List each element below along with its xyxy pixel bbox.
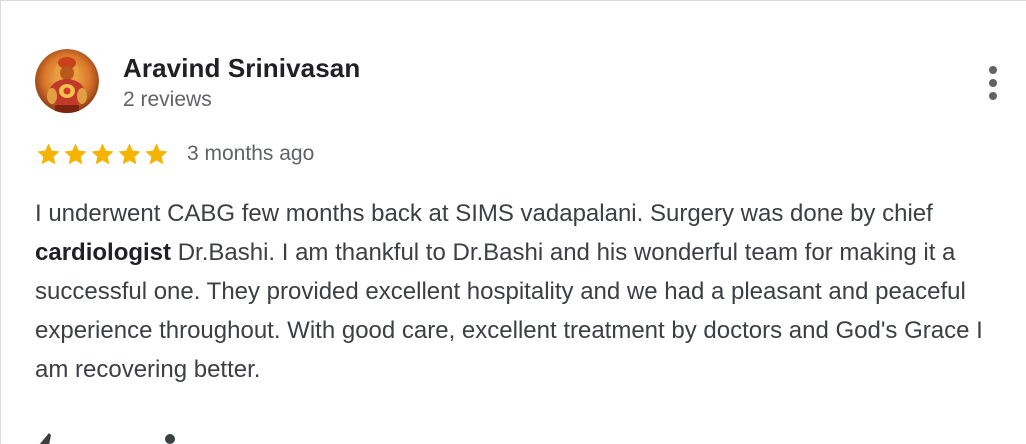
- star-icon: [91, 142, 114, 164]
- review-card: Aravind Srinivasan 2 reviews 3 months ag…: [0, 0, 1026, 444]
- star-icon: [145, 142, 168, 164]
- reviewer-avatar[interactable]: [35, 49, 99, 113]
- review-text-part2: Dr.Bashi. I am thankful to Dr.Bashi and …: [35, 239, 983, 383]
- review-text: I underwent CABG few months back at SIMS…: [35, 194, 995, 389]
- review-actions: [35, 427, 185, 444]
- star-icon: [37, 142, 60, 164]
- review-text-highlight: cardiologist: [35, 239, 172, 266]
- reviewer-review-count: 2 reviews: [123, 88, 212, 111]
- hanuman-portrait-avatar: [35, 49, 99, 113]
- rating-row: 3 months ago: [35, 137, 314, 171]
- share-icon[interactable]: [155, 427, 185, 444]
- thumb-up-icon[interactable]: [35, 427, 65, 444]
- more-options-button[interactable]: [975, 61, 1011, 105]
- star-rating: [35, 141, 170, 168]
- star-icon: [64, 142, 87, 164]
- more-vert-icon-dot: [989, 79, 997, 87]
- more-vert-icon: [989, 66, 997, 74]
- reviewer-name[interactable]: Aravind Srinivasan: [123, 53, 360, 84]
- review-text-part1: I underwent CABG few months back at SIMS…: [35, 200, 933, 227]
- more-vert-icon-dot: [989, 92, 997, 100]
- star-icon: [118, 142, 141, 164]
- review-time: 3 months ago: [187, 142, 315, 165]
